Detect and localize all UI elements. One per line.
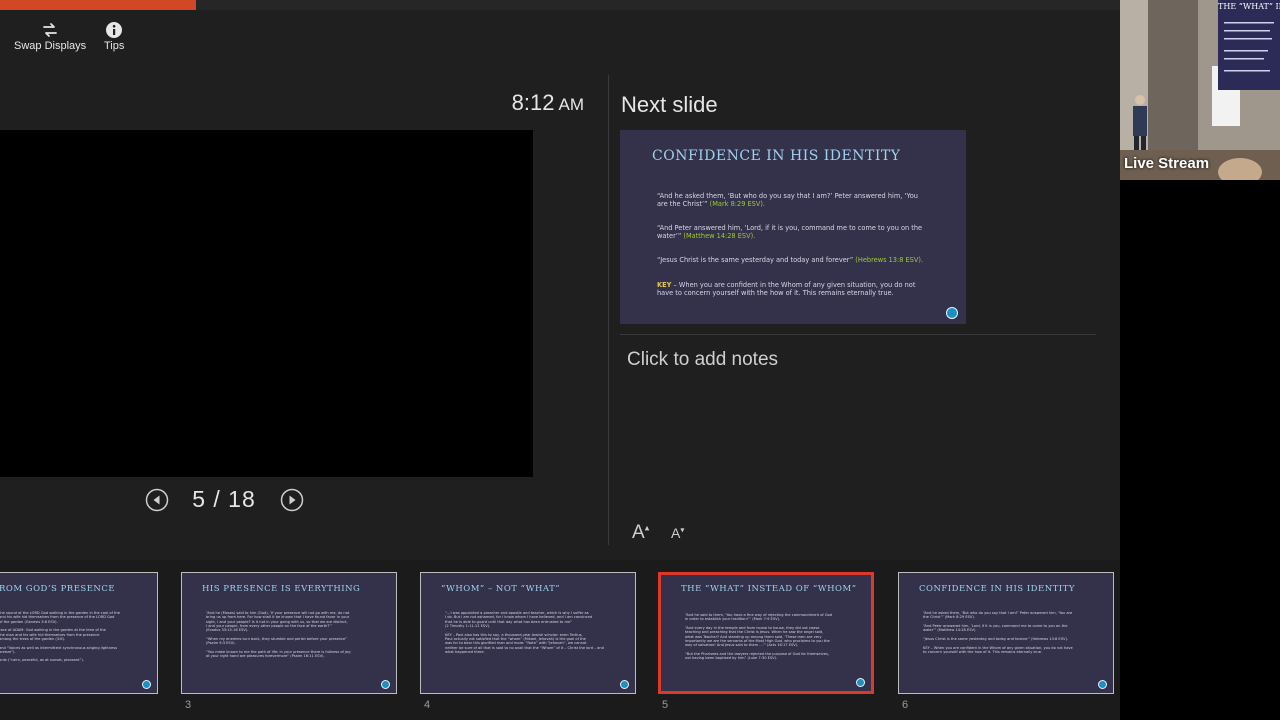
thumbnail-body-line: I do. But I am not ashamed, for I know w…	[445, 615, 593, 620]
next-slide-item-ref: (Mark 8:29 ESV).	[709, 200, 766, 209]
live-stream-scene-image	[1120, 0, 1280, 180]
next-slide-item-ref: (Hebrews 13:8 ESV).	[855, 256, 924, 264]
clock-ampm: AM	[558, 95, 585, 114]
thumbnail-title: HIS PRESENCE IS EVERYTHING	[202, 584, 361, 594]
current-slide-view[interactable]	[0, 130, 533, 477]
swap-displays-label: Swap Displays	[14, 40, 87, 52]
presentation-progress-bar	[0, 0, 196, 10]
notes-divider	[620, 334, 1096, 335]
next-slide-title: CONFIDENCE IN HIS IDENTITY	[652, 148, 901, 164]
next-slide-key: KEY – When you are confident in the Whom…	[657, 281, 931, 297]
next-slide-item-text: “Jesus Christ is the same yesterday and …	[657, 256, 854, 264]
right-side-panel	[1120, 180, 1280, 720]
slide-thumbnail[interactable]: “WHOM” – NOT “WHAT” “…I was appointed a p…	[420, 572, 636, 694]
thumbnail-number: 3	[185, 699, 192, 711]
next-slide-item: “Jesus Christ is the same yesterday and …	[657, 256, 929, 264]
pane-divider[interactable]	[608, 75, 609, 545]
thumbnail-body-line: what happened there.	[445, 649, 485, 654]
thumbnail-title: CONFIDENCE IN HIS IDENTITY	[919, 584, 1075, 594]
thumbnail-body: “And he said to them, ‘You have a fine w…	[685, 613, 857, 660]
next-slide-item-ref: (Matthew 14:28 ESV).	[683, 232, 756, 241]
next-slide-label: Next slide	[621, 92, 718, 117]
clock-time: 8:12	[511, 90, 555, 115]
thumbnail-body: “…I was appointed a preacher and apostle…	[445, 611, 617, 654]
next-slide-preview[interactable]: CONFIDENCE IN HIS IDENTITY “And he asked…	[620, 130, 966, 324]
slide-indicator-dot	[946, 307, 958, 319]
thumbnail-body: the sound of the LORD God walking in the…	[0, 611, 157, 663]
clock: 8:12 AM	[440, 90, 584, 116]
thumbnail-number: 6	[902, 699, 909, 711]
thumbnail-title: ROM GOD’S PRESENCE	[0, 584, 116, 594]
live-stream-label: Live Stream	[1124, 155, 1210, 172]
thumbnail-body-line: at your right hand are pleasures forever…	[206, 654, 325, 659]
projected-slide-title: THE “WHAT” IN	[1218, 2, 1280, 11]
slide-thumbnail[interactable]: ROM GOD’S PRESENCE the sound of the LORD …	[0, 572, 158, 694]
thumbnail-body: “And he (Moses) said to him (God), ‘If y…	[206, 611, 378, 658]
slide-indicator-dot	[142, 680, 151, 689]
next-slide-item: “And he asked them, ‘But who do you say …	[657, 192, 929, 208]
swap-displays-button[interactable]: Swap Displays	[14, 20, 86, 52]
slide-counter: 5 / 18	[192, 486, 256, 512]
next-slide-button[interactable]	[280, 488, 304, 512]
thumbnail-number: 5	[662, 699, 669, 711]
slide-indicator-dot	[1098, 680, 1107, 689]
slide-indicator-dot	[381, 680, 390, 689]
previous-slide-button[interactable]	[145, 488, 169, 512]
next-slide-item-text: “And he asked them, ‘But who do you say …	[657, 192, 918, 209]
slide-indicator-dot	[856, 678, 865, 687]
slide-thumbnail[interactable]: HIS PRESENCE IS EVERYTHING “And he (Moses…	[181, 572, 397, 694]
thumbnail-body-line: to concern yourself with the how of it. …	[923, 649, 1043, 654]
thumbnail-title: “WHOM” – NOT “WHAT”	[441, 584, 561, 594]
slide-indicator-dot	[620, 680, 629, 689]
slide-thumbnail[interactable]: THE “WHAT” INSTEAD OF “WHOM” “And he said…	[658, 572, 874, 694]
increase-font-button[interactable]: A▴	[632, 522, 649, 544]
thumbnail-body-line: not having been baptized by him” (Luke 7…	[685, 656, 778, 661]
thumbnail-body-line: ords (“calm, peaceful, as at sunset, ple…	[0, 658, 84, 663]
next-slide-item: “And Peter answered him, ‘Lord, if it is…	[657, 224, 929, 240]
info-icon	[106, 22, 123, 38]
thumbnail-title: THE “WHAT” INSTEAD OF “WHOM”	[681, 584, 857, 594]
tips-button[interactable]: Tips	[104, 20, 124, 52]
tips-label: Tips	[104, 40, 125, 52]
thumbnail-body: “And he asked them, ‘But who do you say …	[923, 611, 1095, 654]
slide-thumbnail[interactable]: CONFIDENCE IN HIS IDENTITY “And he asked …	[898, 572, 1114, 694]
live-stream-video: THE “WHAT” IN Live Stream	[1120, 0, 1280, 180]
key-text: – When you are confident in the Whom of …	[657, 281, 916, 298]
swap-displays-icon	[43, 23, 57, 37]
notes-area[interactable]: Click to add notes	[627, 349, 778, 371]
key-label: KEY	[657, 281, 672, 289]
decrease-font-button[interactable]: A▾	[671, 525, 684, 541]
thumbnail-number: 4	[424, 699, 431, 711]
